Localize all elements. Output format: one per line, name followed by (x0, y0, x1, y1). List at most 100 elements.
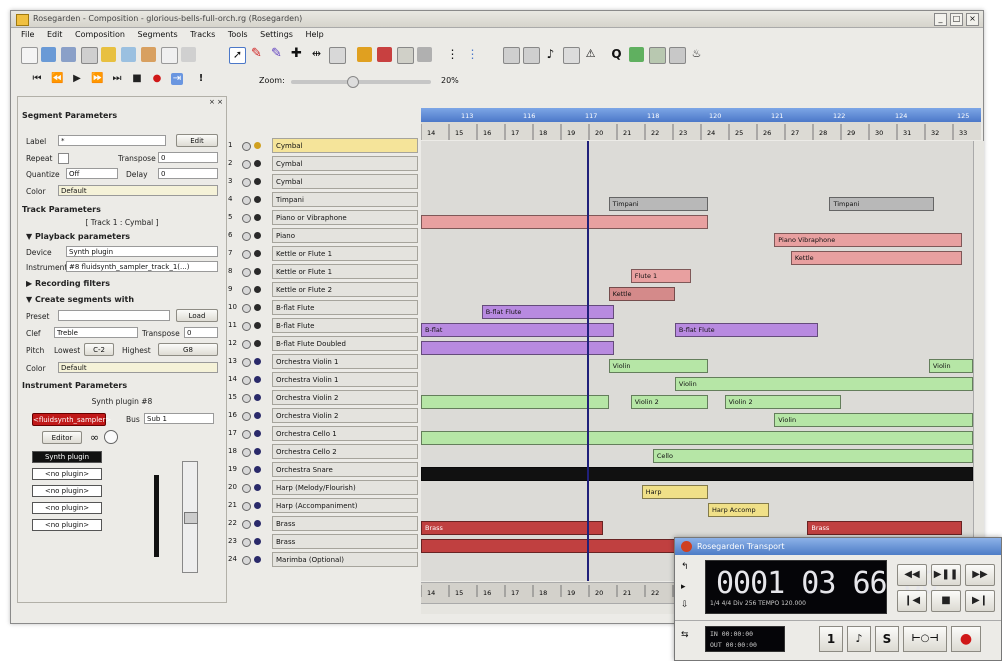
plugin-slot-3[interactable]: <no plugin> (32, 502, 102, 514)
segment-block[interactable]: Kettle (790, 251, 962, 265)
fast-forward-icon[interactable]: ⏩ (91, 73, 103, 85)
segment-block[interactable]: B-flat Flute (674, 323, 819, 337)
track-name-label[interactable]: Cymbal (272, 156, 418, 171)
draw-tool-icon[interactable]: ✎ (249, 47, 264, 62)
metronome-icon[interactable]: ⚠ (583, 47, 598, 62)
segment-block[interactable]: Flute 1 (630, 269, 692, 283)
marker-label[interactable]: 118 (647, 112, 659, 120)
segment-block[interactable]: Violin 2 (724, 395, 841, 409)
track-row[interactable]: 10 B-flat Flute (226, 299, 420, 316)
close-icon[interactable]: × (966, 13, 979, 26)
segment-block[interactable]: Timpani (608, 197, 709, 211)
record-led-icon[interactable] (254, 538, 261, 545)
track-name-label[interactable]: Kettle or Flute 1 (272, 264, 418, 279)
track-row[interactable]: 12 B-flat Flute Doubled (226, 335, 420, 352)
segment-block[interactable]: Violin (928, 359, 973, 373)
marker-label[interactable]: 120 (709, 112, 721, 120)
record-led-icon[interactable] (254, 502, 261, 509)
search-icon[interactable]: Q (609, 47, 624, 62)
preset-input[interactable] (58, 310, 170, 321)
menu-file[interactable]: File (21, 30, 34, 39)
mute-led-icon[interactable] (242, 430, 251, 439)
record-led-icon[interactable] (254, 556, 261, 563)
segment-block[interactable]: Brass (807, 521, 962, 535)
segment-block[interactable]: Violin (774, 413, 973, 427)
cut-icon[interactable] (141, 47, 156, 62)
segment-block[interactable]: Piano Vibraphone (774, 233, 962, 247)
volume-fader[interactable] (182, 461, 198, 573)
device-select[interactable]: Synth plugin (66, 246, 218, 257)
track-name-label[interactable]: Orchestra Violin 1 (272, 372, 418, 387)
track-row[interactable]: 23 Brass (226, 533, 420, 550)
track-name-label[interactable]: Marimba (Optional) (272, 552, 418, 567)
track-row[interactable]: 14 Orchestra Violin 1 (226, 371, 420, 388)
mute-led-icon[interactable] (242, 340, 251, 349)
time-display[interactable]: 0001 03 66 80 1/4 4/4 Div 256 TEMPO 120.… (705, 560, 939, 614)
track-row[interactable]: 5 Piano or Vibraphone (226, 209, 420, 226)
mute-led-icon[interactable] (242, 142, 251, 151)
note-icon[interactable]: ♪ (543, 47, 558, 62)
record-led-icon[interactable] (254, 376, 261, 383)
mute-led-icon[interactable] (242, 358, 251, 367)
track-name-label[interactable]: Orchestra Violin 1 (272, 354, 418, 369)
track-row[interactable]: 9 Kettle or Flute 2 (226, 281, 420, 298)
record-led-icon[interactable] (254, 214, 261, 221)
segment-block[interactable] (421, 431, 973, 445)
mute-led-icon[interactable] (242, 250, 251, 259)
fader-handle[interactable] (184, 512, 198, 524)
devices-icon[interactable] (669, 47, 686, 64)
playback-params-header[interactable]: ▼ Playback parameters (26, 232, 130, 241)
loop-icon[interactable]: ⇥ (171, 73, 183, 85)
synth-editor-button[interactable]: Editor (42, 431, 82, 444)
plugin-slot-2[interactable]: <no plugin> (32, 485, 102, 497)
segment-block[interactable]: B-flat (421, 323, 615, 337)
ruler-icon[interactable]: ⋮ (445, 47, 460, 62)
track-row[interactable]: 2 Cymbal (226, 155, 420, 172)
tempo-button[interactable]: ♪ (847, 626, 871, 652)
track-row[interactable]: 21 Harp (Accompaniment) (226, 497, 420, 514)
segment-block[interactable]: Cello (652, 449, 973, 463)
loop-small-icon[interactable]: ⇆ (681, 630, 689, 640)
track-row[interactable]: 3 Cymbal (226, 173, 420, 190)
mixer-icon[interactable] (649, 47, 666, 64)
record-led-icon[interactable] (254, 520, 261, 527)
open-icon[interactable] (41, 47, 56, 62)
marker-label[interactable]: 125 (957, 112, 969, 120)
collapse-icon[interactable]: ▸ (681, 582, 686, 592)
record-led-icon[interactable] (254, 250, 261, 257)
lowest-pitch-button[interactable]: C-2 (84, 343, 114, 356)
track-color-select[interactable]: Default (58, 362, 218, 373)
rewind-start-icon[interactable]: ⏮ (31, 73, 43, 85)
menu-help[interactable]: Help (306, 30, 324, 39)
synth-sampler-button[interactable]: <fluidsynth_sampler> (32, 413, 111, 426)
redo-icon[interactable] (121, 47, 136, 62)
expand-icon[interactable]: ⇩ (681, 600, 689, 610)
split-by-recording-icon[interactable] (523, 47, 540, 64)
track-name-label[interactable]: Piano (272, 228, 418, 243)
track-name-label[interactable]: Piano or Vibraphone (272, 210, 418, 225)
rewind-button[interactable]: ◀◀ (897, 564, 927, 586)
segment-block[interactable]: Kettle (608, 287, 675, 301)
end-icon[interactable]: ⏭ (111, 73, 123, 85)
track-row[interactable]: 18 Orchestra Cello 2 (226, 443, 420, 460)
track-name-label[interactable]: Kettle or Flute 1 (272, 246, 418, 261)
transpose-select[interactable]: 0 (158, 152, 218, 163)
edit-label-button[interactable]: Edit (176, 134, 218, 147)
clef-select[interactable]: Treble (54, 327, 138, 338)
segment-block[interactable]: Harp Accomp (708, 503, 769, 517)
mute-led-icon[interactable] (242, 466, 251, 475)
segment-canvas[interactable]: Timpani Timpani Piano Vibraphone Kettle Flut… (421, 141, 973, 581)
track-row[interactable]: 11 B-flat Flute (226, 317, 420, 334)
link-icon[interactable]: ∞ (90, 431, 99, 444)
split-tool-icon[interactable] (329, 47, 346, 64)
rewind-to-start-button[interactable]: ❙◀ (897, 590, 927, 612)
save-icon[interactable] (61, 47, 76, 62)
segment-color-select[interactable]: Default (58, 185, 218, 196)
record-icon[interactable]: ● (151, 73, 163, 85)
menu-composition[interactable]: Composition (75, 30, 125, 39)
panel-close-icon[interactable]: × × (209, 98, 223, 106)
move-tool-icon[interactable]: ✚ (289, 47, 304, 62)
panic-small-icon[interactable]: ↰ (681, 562, 689, 572)
instrument-params-header[interactable]: Instrument Parameters (22, 381, 127, 390)
volume-knob[interactable] (104, 430, 118, 444)
